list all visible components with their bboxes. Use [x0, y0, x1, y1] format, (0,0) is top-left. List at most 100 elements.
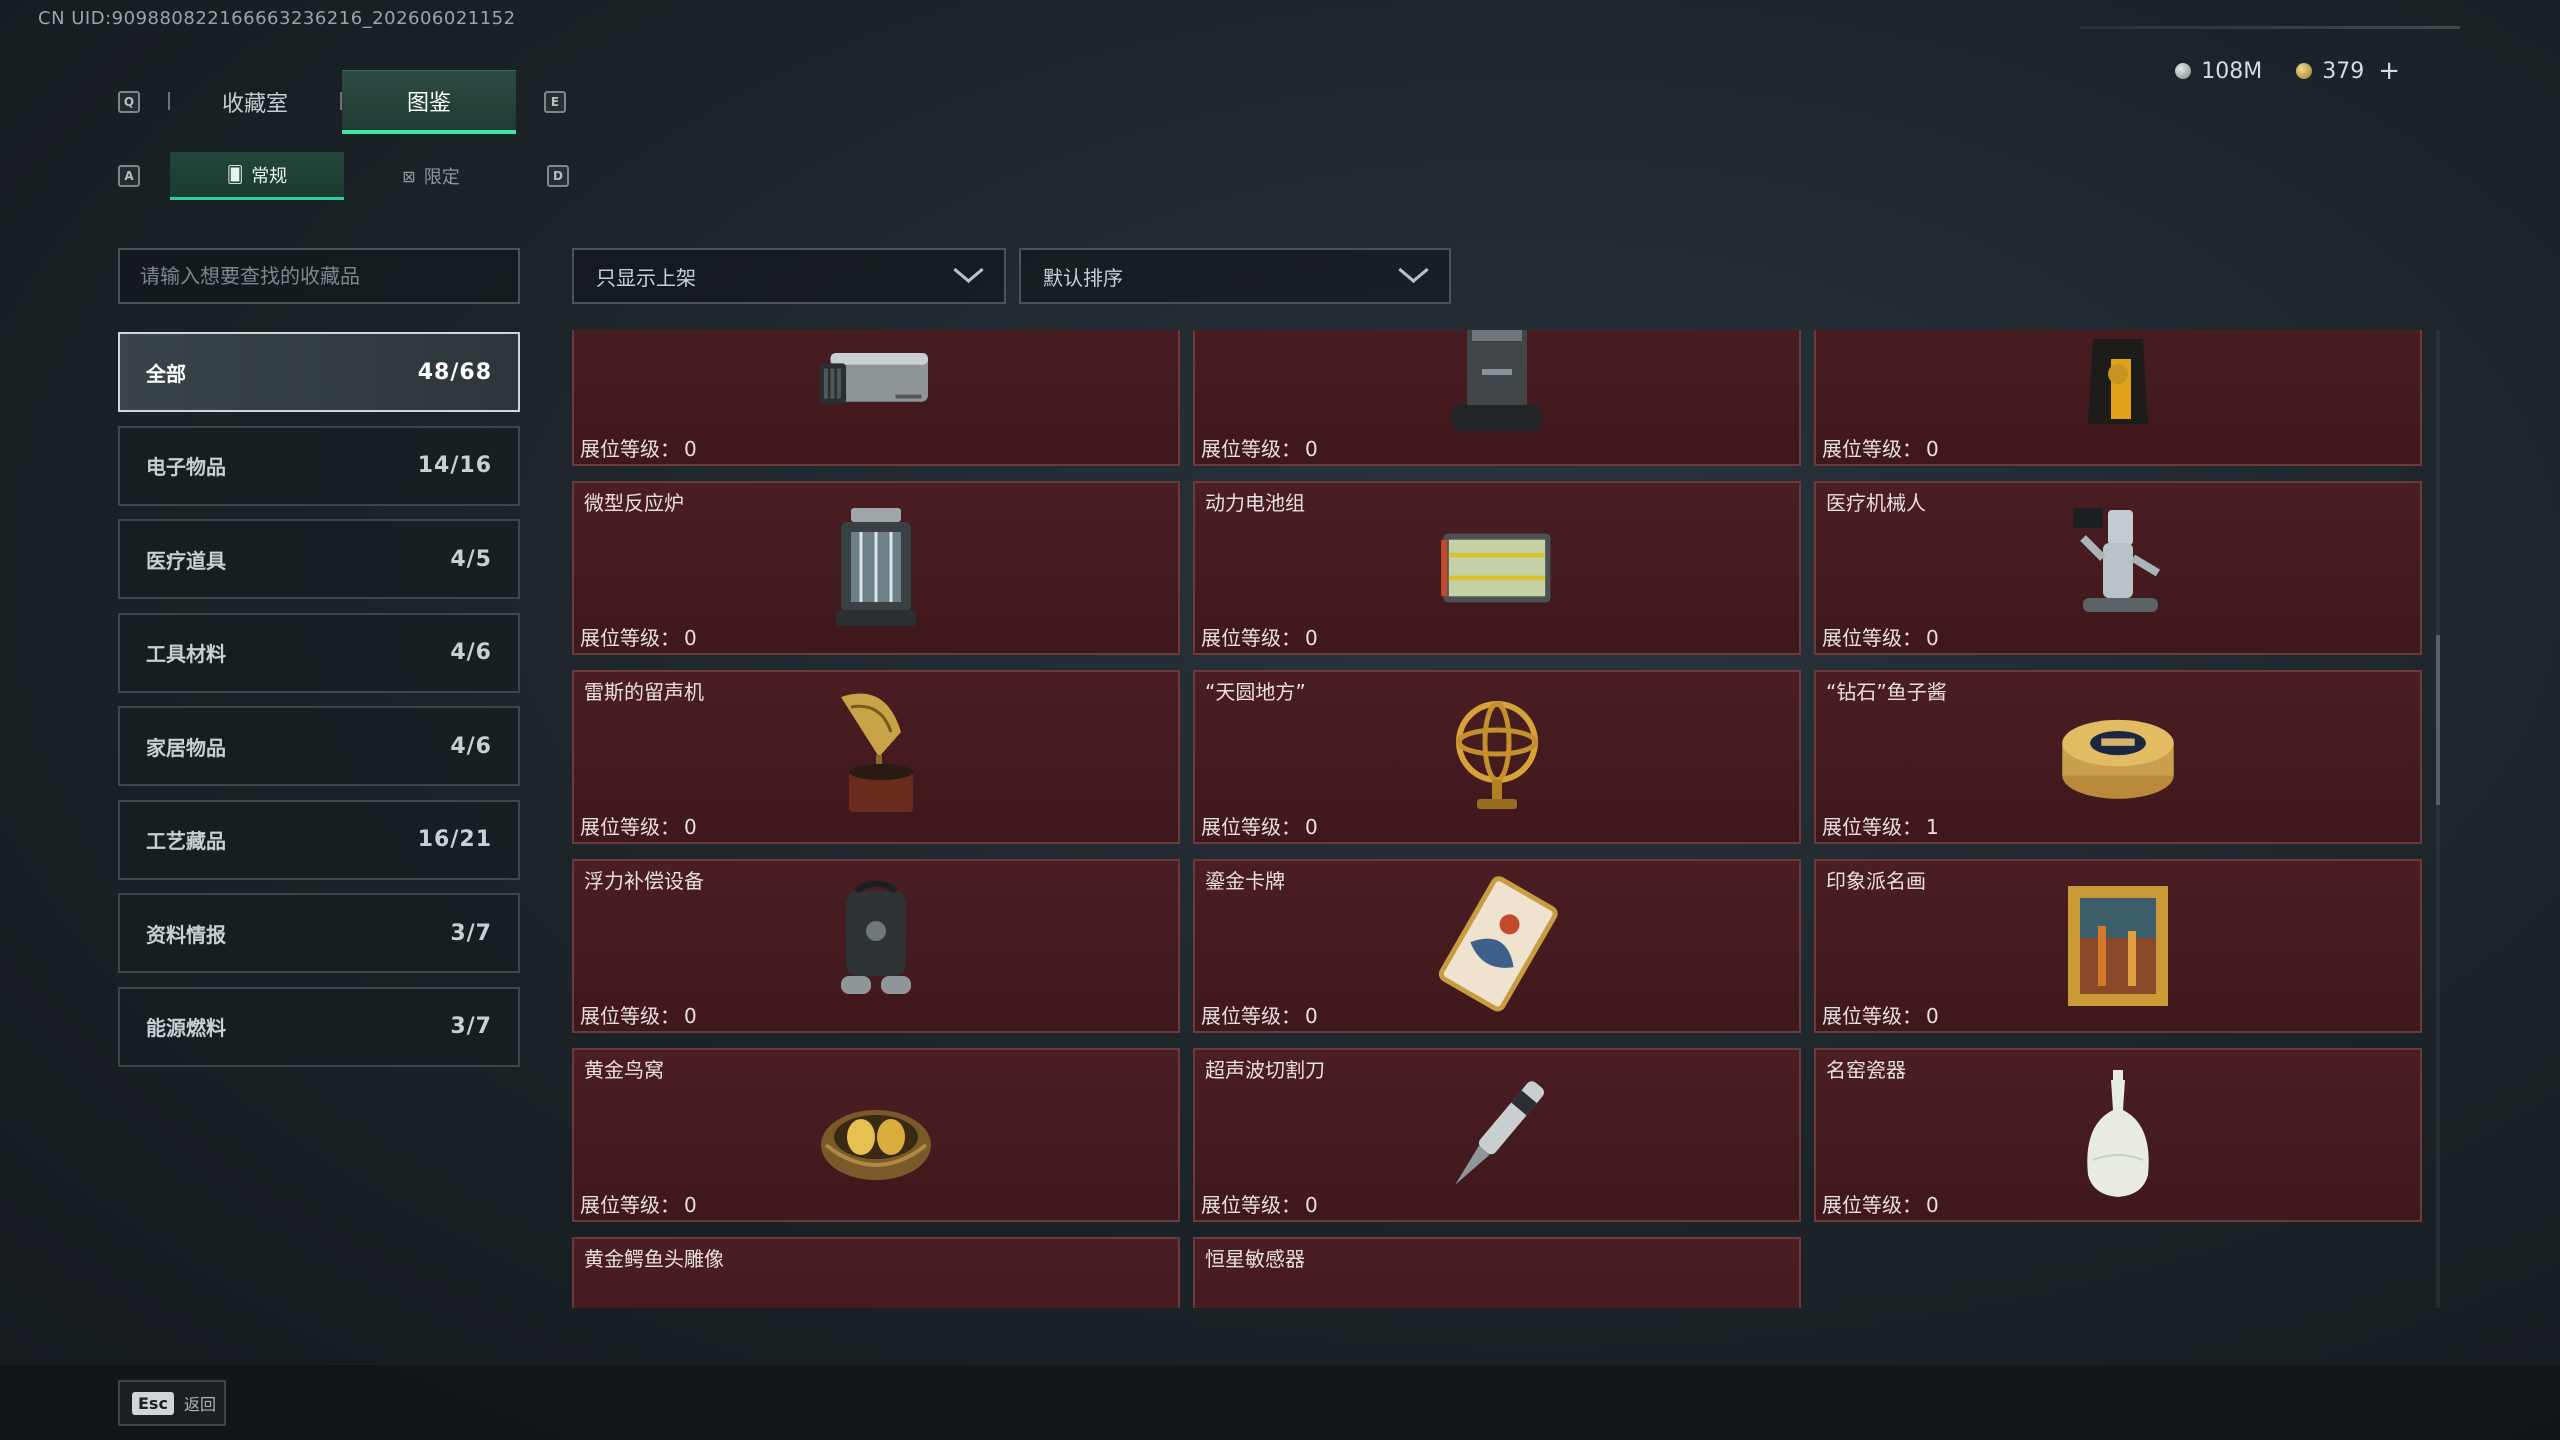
silver-currency: 108M [2175, 59, 2262, 84]
medical-robot-icon [2053, 508, 2183, 628]
booth-level-label: 展位等级： [1201, 1004, 1301, 1028]
sort-value: 默认排序 [1043, 265, 1123, 290]
subtab-limited[interactable]: ⊠ 限定 [344, 152, 518, 200]
booth-level-label: 展位等级： [1201, 437, 1301, 461]
esc-key: Esc [132, 1391, 174, 1415]
category-household[interactable]: 家居物品 4/6 [118, 706, 520, 786]
category-medical[interactable]: 医疗道具 4/5 [118, 519, 520, 599]
collection-card[interactable]: 浮力补偿设备展位等级： 0 [572, 859, 1180, 1033]
collection-card[interactable]: 恒星敏感器 [1193, 1237, 1801, 1308]
booth-level-value: 0 [1926, 626, 1939, 650]
booth-level: 展位等级： 0 [1822, 1000, 1939, 1029]
grid-scrollbar[interactable] [2436, 330, 2440, 1308]
collection-card[interactable]: 微型反应炉 展位等级： 0 [572, 481, 1180, 655]
booth-level-label: 展位等级： [580, 1004, 680, 1028]
sub-tabs: 🂠 常规 ⊠ 限定 [170, 152, 518, 200]
category-crafts[interactable]: 工艺藏品 16/21 [118, 799, 520, 880]
category-count: 3/7 [450, 920, 492, 946]
silver-coin-icon [2175, 63, 2192, 79]
category-all[interactable]: 全部 48/68 [118, 332, 520, 412]
booth-level-value: 0 [1926, 1004, 1939, 1028]
sort-dropdown[interactable]: 默认排序 [1019, 248, 1451, 304]
booth-level-label: 展位等级： [1201, 815, 1301, 839]
category-electronics[interactable]: 电子物品 14/16 [118, 425, 520, 506]
shelf-filter-dropdown[interactable]: 只显示上架 [572, 248, 1006, 304]
item-name: 鎏金卡牌 [1205, 869, 1285, 893]
booth-level-value: 0 [684, 1004, 697, 1028]
item-name: 超声波切割刀 [1205, 1058, 1325, 1082]
next-tab-key[interactable]: E [544, 91, 566, 113]
collection-card[interactable]: “天圆地方” 展位等级： 0 [1193, 670, 1801, 844]
booth-level-label: 展位等级： [580, 1193, 680, 1217]
item-grid: 展位等级： 0 展位等级： 0 展位等级： 0 微型反应炉 展位等级： 0 动力电池组 展位等级： 0… [572, 330, 2422, 1308]
booth-level-label: 展位等级： [1822, 1193, 1922, 1217]
category-label: 医疗道具 [146, 548, 226, 573]
booth-level-value: 0 [1926, 1193, 1939, 1217]
prev-subtab-key[interactable]: A [118, 165, 140, 187]
collection-card[interactable]: 展位等级： 0 [1193, 330, 1801, 466]
category-label: 电子物品 [146, 455, 226, 479]
collection-card[interactable]: 医疗机械人展位等级： 0 [1814, 481, 2422, 655]
collection-card[interactable]: 展位等级： 0 [572, 330, 1180, 466]
item-grid-viewport: 展位等级： 0 展位等级： 0 展位等级： 0 微型反应炉 展位等级： 0 动力电池组 展位等级： 0… [572, 330, 2426, 1308]
collection-card[interactable]: 印象派名画 展位等级： 0 [1814, 859, 2422, 1033]
booth-level-value: 0 [1926, 437, 1939, 461]
gold-coin-icon [2296, 63, 2313, 79]
booth-level: 展位等级： 0 [580, 433, 697, 462]
booth-level-value: 0 [1305, 815, 1318, 839]
prev-tab-key[interactable]: Q [118, 91, 140, 113]
booth-level: 展位等级： 0 [1201, 1189, 1318, 1218]
booth-level-value: 0 [1305, 1193, 1318, 1217]
booth-level: 展位等级： 0 [1822, 1189, 1939, 1218]
subtab-limited-label: 限定 [423, 167, 460, 188]
main-tabs: 收藏室 图鉴 [168, 70, 516, 134]
booth-level-label: 展位等级： [580, 815, 680, 839]
next-subtab-key[interactable]: D [547, 165, 569, 187]
booth-level-label: 展位等级： [580, 626, 680, 650]
collection-card[interactable]: 黄金鸟窝 展位等级： 0 [572, 1048, 1180, 1222]
back-label: 返回 [183, 1395, 216, 1414]
booth-level-value: 0 [684, 1193, 697, 1217]
collection-card[interactable]: 超声波切割刀展位等级： 0 [1193, 1048, 1801, 1222]
item-name: 浮力补偿设备 [584, 869, 704, 893]
item-name: 雷斯的留声机 [584, 680, 704, 704]
booth-level-label: 展位等级： [1822, 626, 1922, 650]
booth-level: 展位等级： 0 [580, 811, 697, 840]
booth-level: 展位等级： 0 [1201, 1000, 1318, 1029]
shelf-filter-value: 只显示上架 [596, 265, 696, 290]
category-label: 全部 [146, 361, 186, 386]
scrollbar-thumb[interactable] [2436, 635, 2440, 805]
category-tools[interactable]: 工具材料 4/6 [118, 612, 520, 693]
category-energy[interactable]: 能源燃料 3/7 [118, 986, 520, 1067]
booth-level-label: 展位等级： [1201, 1193, 1301, 1217]
add-currency-icon[interactable]: + [2378, 56, 2400, 86]
search-box[interactable] [118, 248, 520, 304]
booth-level: 展位等级： 1 [1822, 811, 1939, 840]
booth-level-value: 0 [1305, 1004, 1318, 1028]
category-count: 3/7 [450, 1014, 492, 1039]
search-input[interactable] [140, 264, 518, 288]
subtab-regular[interactable]: 🂠 常规 [170, 152, 344, 200]
booth-level: 展位等级： 0 [1822, 622, 1939, 651]
collection-card[interactable]: 动力电池组 展位等级： 0 [1193, 481, 1801, 655]
server-icon [811, 330, 941, 439]
booth-level-value: 1 [1926, 815, 1939, 839]
category-list: 全部 48/68 电子物品 14/16 医疗道具 4/5 工具材料 4/6 家居… [118, 332, 520, 1080]
collection-card[interactable]: 名窑瓷器 展位等级： 0 [1814, 1048, 2422, 1222]
item-name: 医疗机械人 [1826, 491, 1926, 515]
collection-card[interactable]: “钻石”鱼子酱 展位等级： 1 [1814, 670, 2422, 844]
category-count: 4/5 [450, 546, 492, 572]
tab-catalog[interactable]: 图鉴 [342, 70, 516, 134]
category-label: 资料情报 [146, 922, 226, 947]
currency-bar: 108M 379 + [2175, 56, 2400, 86]
tab-collection-room[interactable]: 收藏室 [168, 70, 342, 134]
gold-currency[interactable]: 379 + [2296, 56, 2400, 86]
collection-card[interactable]: 雷斯的留声机展位等级： 0 [572, 670, 1180, 844]
category-label: 工艺藏品 [146, 829, 226, 853]
collection-card[interactable]: 展位等级： 0 [1814, 330, 2422, 466]
category-intel[interactable]: 资料情报 3/7 [118, 893, 520, 973]
booth-level-value: 0 [684, 437, 697, 461]
back-button[interactable]: Esc 返回 [118, 1380, 226, 1426]
collection-card[interactable]: 黄金鳄鱼头雕像 [572, 1237, 1180, 1308]
collection-card[interactable]: 鎏金卡牌展位等级： 0 [1193, 859, 1801, 1033]
